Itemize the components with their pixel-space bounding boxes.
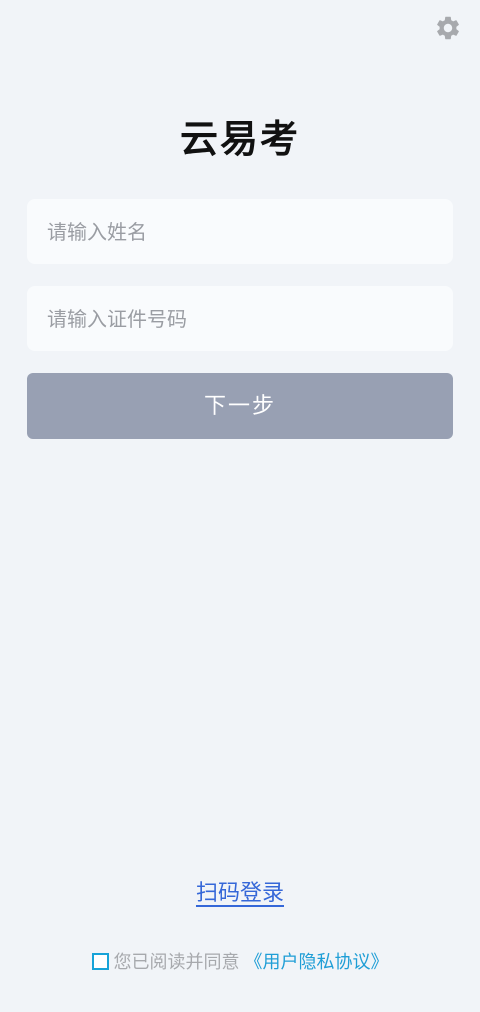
next-button[interactable]: 下一步 bbox=[27, 373, 453, 439]
id-number-input[interactable] bbox=[27, 286, 453, 351]
agreement-text: 您已阅读并同意 bbox=[113, 952, 240, 973]
app-title: 云易考 bbox=[179, 117, 300, 161]
agreement-row: 您已阅读并同意 《用户隐私协议》 bbox=[0, 948, 480, 974]
scan-login-container: 扫码登录 bbox=[0, 875, 480, 907]
settings-button[interactable] bbox=[434, 14, 462, 42]
name-input[interactable] bbox=[27, 199, 453, 264]
gear-icon bbox=[434, 14, 462, 42]
scan-login-link[interactable]: 扫码登录 bbox=[196, 881, 284, 906]
privacy-agreement-link[interactable]: 《用户隐私协议》 bbox=[245, 948, 389, 974]
agreement-checkbox[interactable] bbox=[91, 952, 109, 970]
